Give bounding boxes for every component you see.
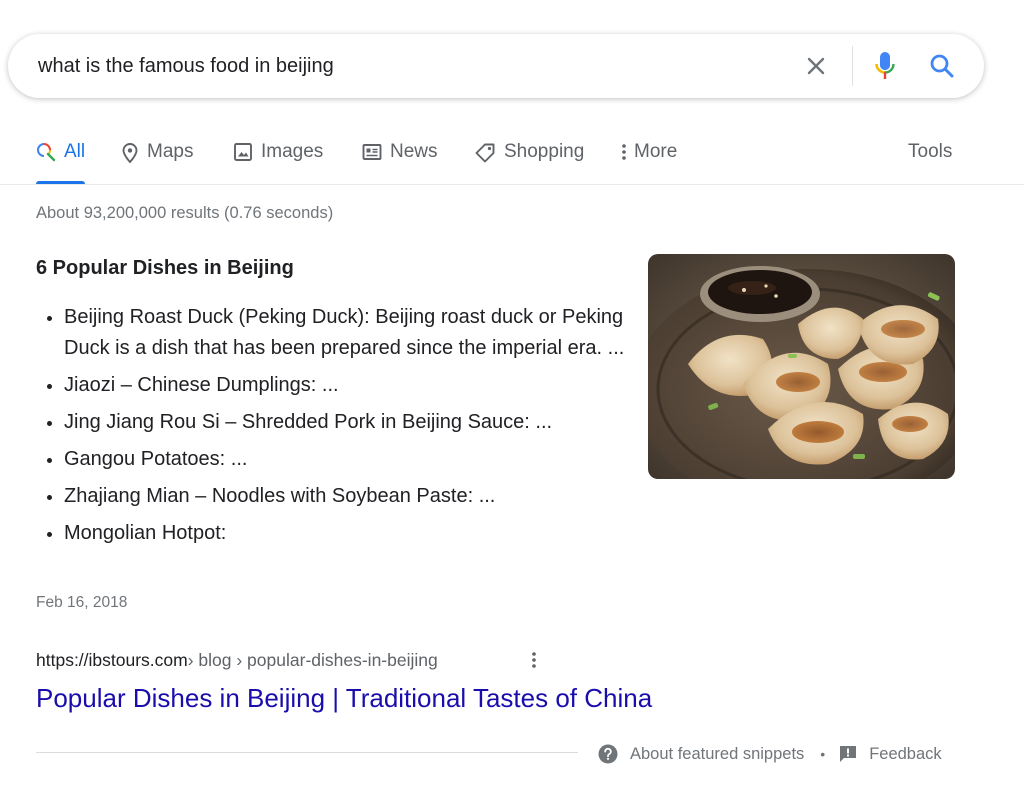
tab-label: Shopping — [504, 141, 585, 162]
list-item: Zhajiang Mian – Noodles with Soybean Pas… — [64, 481, 654, 512]
search-tabs: All Maps Images News Shopping More Tools — [0, 130, 1024, 184]
voice-search-button[interactable] — [870, 34, 900, 98]
tab-label: All — [64, 141, 86, 162]
tab-more[interactable]: More — [620, 130, 677, 184]
tab-label: News — [390, 141, 438, 162]
result-domain: https://ibstours.com — [36, 650, 188, 670]
tab-news[interactable]: News — [362, 130, 438, 184]
result-options-button[interactable] — [526, 648, 542, 672]
feedback-link[interactable]: Feedback — [839, 744, 942, 764]
snippet-title: 6 Popular Dishes in Beijing — [36, 257, 294, 279]
snippet-date: Feb 16, 2018 — [36, 594, 128, 611]
search-icon — [36, 142, 56, 162]
result-url[interactable]: https://ibstours.com › blog › popular-di… — [36, 650, 438, 671]
tab-maps[interactable]: Maps — [121, 130, 193, 184]
snippet-image-dumplings[interactable] — [648, 254, 955, 479]
tab-label: Maps — [147, 141, 194, 162]
search-icon — [930, 54, 954, 78]
feedback-icon — [839, 745, 857, 763]
help-icon — [598, 744, 618, 764]
search-bar — [8, 34, 984, 98]
list-item: Gangou Potatoes: ... — [64, 444, 654, 475]
close-icon — [807, 57, 825, 75]
newspaper-icon — [362, 142, 382, 162]
kebab-icon — [620, 142, 628, 162]
list-item: Jing Jiang Rou Si – Shredded Pork in Bei… — [64, 407, 654, 438]
map-pin-icon — [121, 142, 139, 164]
result-stats: About 93,200,000 results (0.76 seconds) — [36, 204, 334, 222]
image-icon — [233, 142, 253, 162]
search-bar-divider — [852, 46, 853, 86]
tab-all[interactable]: All — [36, 130, 86, 184]
feedback-label: Feedback — [869, 744, 942, 763]
tools-label: Tools — [908, 141, 953, 162]
tab-images[interactable]: Images — [233, 130, 323, 184]
result-title-link[interactable]: Popular Dishes in Beijing | Traditional … — [36, 683, 652, 714]
search-input[interactable] — [38, 34, 778, 98]
tools-button[interactable]: Tools — [908, 130, 952, 184]
about-label: About featured snippets — [630, 744, 805, 763]
snippet-footer: About featured snippets • Feedback — [598, 742, 942, 766]
clear-search-button[interactable] — [798, 34, 834, 98]
about-featured-snippets-link[interactable]: About featured snippets — [598, 744, 804, 764]
snippet-list: Beijing Roast Duck (Peking Duck): Beijin… — [36, 302, 654, 555]
microphone-icon — [875, 52, 895, 79]
breadcrumb: › blog › popular-dishes-in-beijing — [187, 650, 438, 670]
search-submit-button[interactable] — [924, 34, 960, 98]
list-item: Beijing Roast Duck (Peking Duck): Beijin… — [64, 302, 654, 364]
tab-label: More — [634, 141, 678, 162]
footer-separator: • — [820, 746, 826, 762]
tab-label: Images — [261, 141, 324, 162]
footer-divider — [36, 752, 578, 753]
list-item: Jiaozi – Chinese Dumplings: ... — [64, 370, 654, 401]
tab-shopping[interactable]: Shopping — [474, 130, 584, 184]
tag-icon — [474, 142, 496, 164]
kebab-icon — [532, 652, 536, 668]
tabs-divider — [0, 184, 1024, 185]
list-item: Mongolian Hotpot: — [64, 518, 654, 549]
